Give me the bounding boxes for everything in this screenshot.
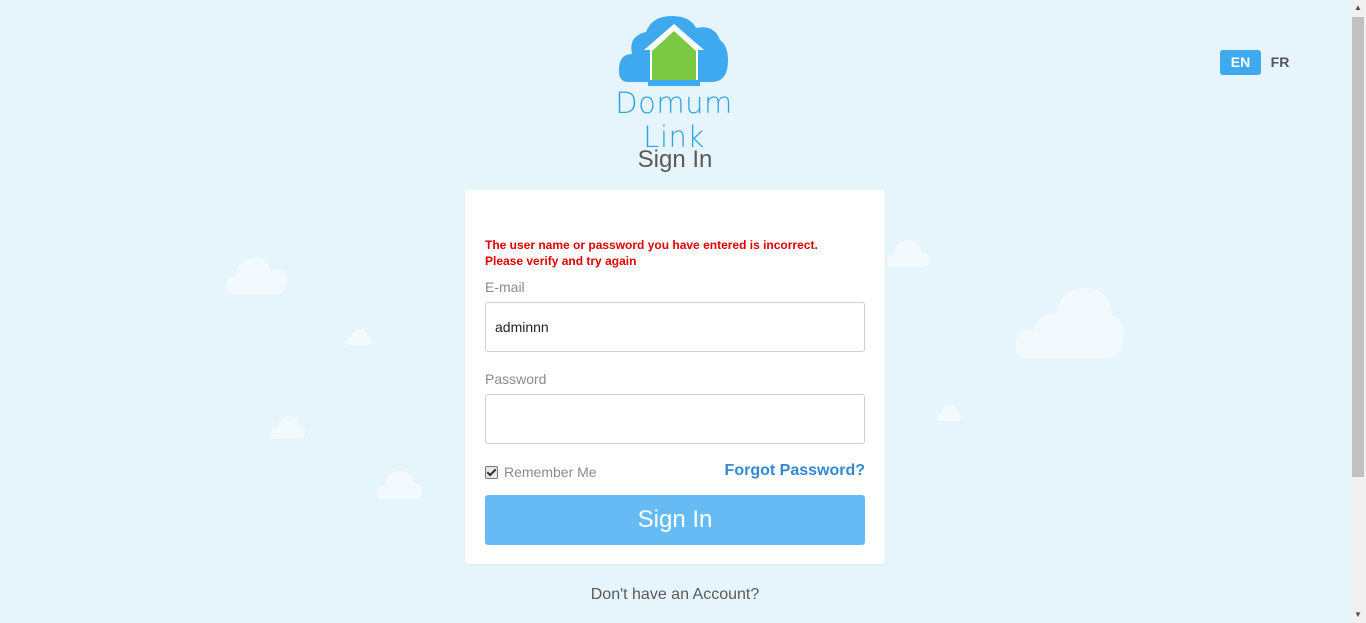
error-message: The user name or password you have enter… <box>485 237 865 269</box>
email-field[interactable] <box>485 302 865 352</box>
brand-name: Domum Link <box>615 86 733 154</box>
background-cloud-icon <box>886 240 930 267</box>
background-cloud-icon <box>936 405 961 421</box>
page-scrollbar[interactable]: ▲ ▼ <box>1350 0 1366 623</box>
background-cloud-icon <box>1015 288 1125 358</box>
forgot-password-link[interactable]: Forgot Password? <box>725 462 865 480</box>
language-en-button[interactable]: EN <box>1220 50 1261 75</box>
scroll-down-arrow-icon[interactable]: ▼ <box>1350 607 1366 623</box>
password-field[interactable] <box>485 394 865 444</box>
background-cloud-icon <box>376 471 422 499</box>
scroll-up-arrow-icon[interactable]: ▲ <box>1350 0 1366 16</box>
email-label: E-mail <box>485 279 525 295</box>
house-cloud-icon <box>618 16 728 86</box>
background-cloud-icon <box>225 257 288 294</box>
remember-me-checkbox[interactable]: Remember Me <box>485 464 597 480</box>
no-account-link[interactable]: Don't have an Account? <box>0 586 1350 604</box>
background-cloud-icon <box>270 416 305 439</box>
language-fr-button[interactable]: FR <box>1266 50 1294 75</box>
page-title: Sign In <box>637 146 713 173</box>
background-cloud-icon <box>346 329 371 345</box>
remember-me-label: Remember Me <box>504 464 597 480</box>
error-message-line: The user name or password you have enter… <box>485 238 818 252</box>
signin-button[interactable]: Sign In <box>485 495 865 545</box>
signin-card: The user name or password you have enter… <box>465 190 885 564</box>
checkbox-checked-icon[interactable] <box>485 465 498 479</box>
error-message-line: Please verify and try again <box>485 254 637 268</box>
password-label: Password <box>485 371 547 387</box>
brand-logo: Domum Link <box>588 14 760 154</box>
scrollbar-thumb[interactable] <box>1352 17 1364 477</box>
